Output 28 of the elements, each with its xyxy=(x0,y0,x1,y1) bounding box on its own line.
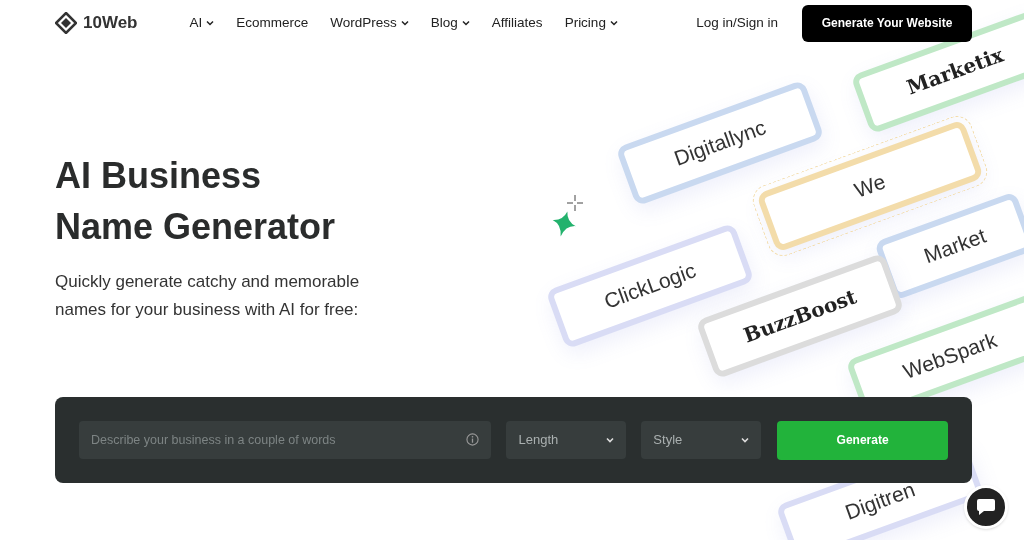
hero-subtitle: Quickly generate catchy and memorable names for your business with AI for free: xyxy=(55,271,361,321)
nav-link[interactable]: Pricing xyxy=(564,12,618,34)
chevron-down-icon xyxy=(400,20,409,26)
nav-link[interactable]: Affiliates xyxy=(491,12,543,34)
dropdown-select[interactable]: Length xyxy=(506,421,627,459)
description-input-field[interactable]: Describe your business in a couple of words xyxy=(79,421,492,459)
nav-link[interactable]: WordPress xyxy=(330,12,409,34)
nav-link[interactable]: AI xyxy=(189,12,215,34)
brand-name[interactable]: 10Web xyxy=(83,10,138,36)
hero-title: Name Generator xyxy=(55,205,337,249)
generate-website-button[interactable]: Generate Your Website xyxy=(802,4,972,42)
business-name-text: We xyxy=(850,168,890,204)
info-icon[interactable] xyxy=(466,433,480,446)
business-name-text: Digitren xyxy=(841,476,919,526)
login-link[interactable]: Log in/Sign in xyxy=(696,12,778,34)
nav-link[interactable]: Ecommerce xyxy=(236,12,309,34)
chevron-down-icon xyxy=(461,20,470,26)
hero-title: AI Business xyxy=(55,154,263,198)
dropdown-select[interactable]: Style xyxy=(641,421,762,459)
logo-icon xyxy=(55,12,77,34)
business-name-text: Market xyxy=(919,223,990,270)
chevron-down-icon xyxy=(206,20,215,26)
chevron-down-icon xyxy=(609,20,618,26)
nav-link[interactable]: Blog xyxy=(430,12,470,34)
chat-button[interactable] xyxy=(964,485,1008,529)
chat-bubble-icon xyxy=(976,498,996,516)
chevron-down-icon xyxy=(606,437,615,443)
chevron-down-icon xyxy=(741,437,750,443)
